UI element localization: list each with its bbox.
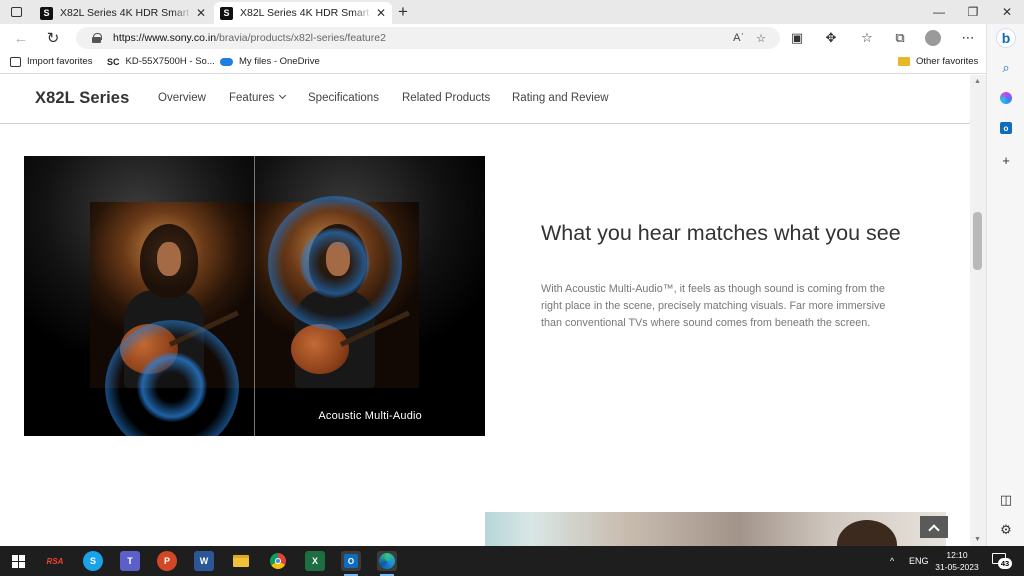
- page-scrollbar[interactable]: ▲ ▼: [970, 75, 986, 546]
- edge-sidebar: b ⌕ o + ◫ ⚙: [986, 24, 1024, 546]
- chevron-up-icon: [928, 523, 940, 536]
- back-to-top-button[interactable]: [920, 516, 948, 538]
- copilot-apps-icon[interactable]: [996, 88, 1016, 108]
- windows-logo-icon: [11, 554, 25, 568]
- scroll-up-icon[interactable]: ▲: [974, 78, 981, 85]
- tray-overflow-icon[interactable]: ^: [890, 546, 894, 576]
- favorites-icon[interactable]: ☆: [857, 29, 877, 47]
- collections-icon[interactable]: ⧉: [890, 29, 910, 47]
- extension-screenshot-icon[interactable]: ▣: [787, 29, 807, 47]
- windows-taskbar: RSA S T P W X O ^ ENG 12:10 31-05-2023 4…: [0, 546, 1024, 576]
- edge-app-icon[interactable]: [377, 551, 397, 576]
- start-button[interactable]: [8, 551, 28, 571]
- favorite-import[interactable]: Import favorites: [10, 56, 92, 67]
- tab-sony-x82l-1[interactable]: S X82L Series 4K HDR Smart TV | T ✕: [34, 2, 212, 24]
- restore-button[interactable]: ❐: [956, 0, 990, 24]
- teams-app-icon[interactable]: T: [120, 551, 140, 571]
- system-clock[interactable]: 12:10 31-05-2023: [930, 549, 984, 573]
- page-viewport: X82L Series Overview Features Specificat…: [0, 75, 970, 546]
- profile-avatar[interactable]: [925, 30, 941, 46]
- notification-count-badge: 43: [998, 558, 1012, 569]
- nav-features[interactable]: Features: [229, 91, 287, 104]
- excel-app-icon[interactable]: X: [305, 551, 325, 571]
- new-tab-button[interactable]: +: [398, 2, 408, 22]
- clock-time: 12:10: [946, 550, 968, 560]
- address-bar[interactable]: https://www.sony.co.in/bravia/products/x…: [76, 27, 780, 49]
- nav-specifications[interactable]: Specifications: [308, 92, 379, 104]
- notification-center-icon[interactable]: 43: [992, 553, 1012, 569]
- search-icon[interactable]: ⌕: [996, 58, 1016, 78]
- url-text[interactable]: https://www.sony.co.in/bravia/products/x…: [113, 32, 721, 44]
- product-subnav: X82L Series Overview Features Specificat…: [0, 75, 970, 124]
- sony-favicon-icon: S: [40, 6, 53, 20]
- rsa-app-icon[interactable]: RSA: [45, 551, 65, 571]
- arrow-left-icon: ←: [13, 29, 29, 47]
- image-caption: Acoustic Multi-Audio: [318, 410, 422, 422]
- sidebar-settings-icon[interactable]: ⚙: [996, 520, 1016, 540]
- other-favorites[interactable]: Other favorites: [898, 56, 978, 67]
- chevron-down-icon: [279, 91, 287, 100]
- browser-toolbar: ← ↻ https://www.sony.co.in/bravia/produc…: [0, 24, 986, 52]
- url-host: https://www.sony.co.in: [113, 32, 217, 44]
- minimize-button[interactable]: —: [922, 0, 956, 24]
- outlook-app-icon[interactable]: O: [341, 551, 361, 576]
- powerpoint-app-icon[interactable]: P: [157, 551, 177, 571]
- tab-actions-button[interactable]: [6, 4, 26, 20]
- favorite-kd55x7500h[interactable]: SC KD-55X7500H - So...: [107, 56, 215, 67]
- feature-headline: What you hear matches what you see: [541, 221, 901, 245]
- refresh-icon: ↻: [46, 30, 60, 47]
- read-aloud-icon[interactable]: Aʾ: [733, 32, 744, 44]
- sc-favicon-icon: SC: [107, 56, 120, 67]
- tab-actions-icon: [10, 7, 22, 17]
- nav-overview[interactable]: Overview: [158, 92, 206, 104]
- bing-chat-icon[interactable]: b: [996, 28, 1016, 48]
- favorite-label: KD-55X7500H - So...: [125, 56, 215, 67]
- comparison-divider: [254, 156, 255, 436]
- outlook-icon[interactable]: o: [996, 118, 1016, 138]
- import-icon: [10, 56, 21, 67]
- favorite-label: My files - OneDrive: [239, 56, 320, 67]
- tab-title: X82L Series 4K HDR Smart TV | T: [240, 7, 372, 19]
- clock-date: 31-05-2023: [935, 562, 979, 572]
- scrollbar-thumb[interactable]: [973, 212, 982, 270]
- lock-icon: [92, 33, 102, 43]
- acoustic-multi-audio-image: Acoustic Multi-Audio: [24, 156, 485, 436]
- back-button[interactable]: ←: [10, 28, 32, 48]
- favorite-label: Import favorites: [27, 56, 93, 67]
- folder-icon: [898, 57, 910, 66]
- favorite-onedrive[interactable]: My files - OneDrive: [220, 56, 320, 67]
- nav-rating-review[interactable]: Rating and Review: [512, 92, 609, 104]
- skype-app-icon[interactable]: S: [83, 551, 103, 571]
- add-favorite-icon[interactable]: ☆: [756, 32, 766, 45]
- scroll-down-icon[interactable]: ▼: [974, 536, 981, 543]
- tab-close-icon[interactable]: ✕: [196, 6, 206, 20]
- tab-close-icon[interactable]: ✕: [376, 6, 386, 20]
- tab-sony-x82l-2[interactable]: S X82L Series 4K HDR Smart TV | T ✕: [214, 2, 392, 24]
- tab-strip: S X82L Series 4K HDR Smart TV | T ✕ S X8…: [0, 0, 1024, 24]
- nav-features-label: Features: [229, 92, 275, 104]
- nav-related-products[interactable]: Related Products: [402, 92, 490, 104]
- tab-title: X82L Series 4K HDR Smart TV | T: [60, 7, 192, 19]
- settings-more-icon[interactable]: ⋯: [958, 29, 978, 47]
- sony-favicon-icon: S: [220, 6, 233, 20]
- add-sidebar-app-icon[interactable]: +: [996, 150, 1016, 170]
- file-explorer-app-icon[interactable]: [231, 551, 251, 571]
- extensions-puzzle-icon[interactable]: ✥: [821, 29, 841, 47]
- reload-button[interactable]: ↻: [42, 28, 64, 48]
- language-indicator[interactable]: ENG: [909, 546, 929, 576]
- chrome-app-icon[interactable]: [268, 551, 288, 571]
- sidebar-layout-icon[interactable]: ◫: [996, 490, 1016, 510]
- close-window-button[interactable]: ✕: [990, 0, 1024, 24]
- product-brand-title[interactable]: X82L Series: [35, 89, 129, 108]
- word-app-icon[interactable]: W: [194, 551, 214, 571]
- other-favorites-label: Other favorites: [916, 56, 979, 67]
- url-path: /bravia/products/x82l-series/feature2: [216, 32, 386, 44]
- favorites-bar: Import favorites SC KD-55X7500H - So... …: [0, 52, 986, 74]
- onedrive-icon: [220, 57, 233, 66]
- next-feature-image: [485, 512, 946, 546]
- feature-description: With Acoustic Multi-Audio™, it feels as …: [541, 283, 886, 329]
